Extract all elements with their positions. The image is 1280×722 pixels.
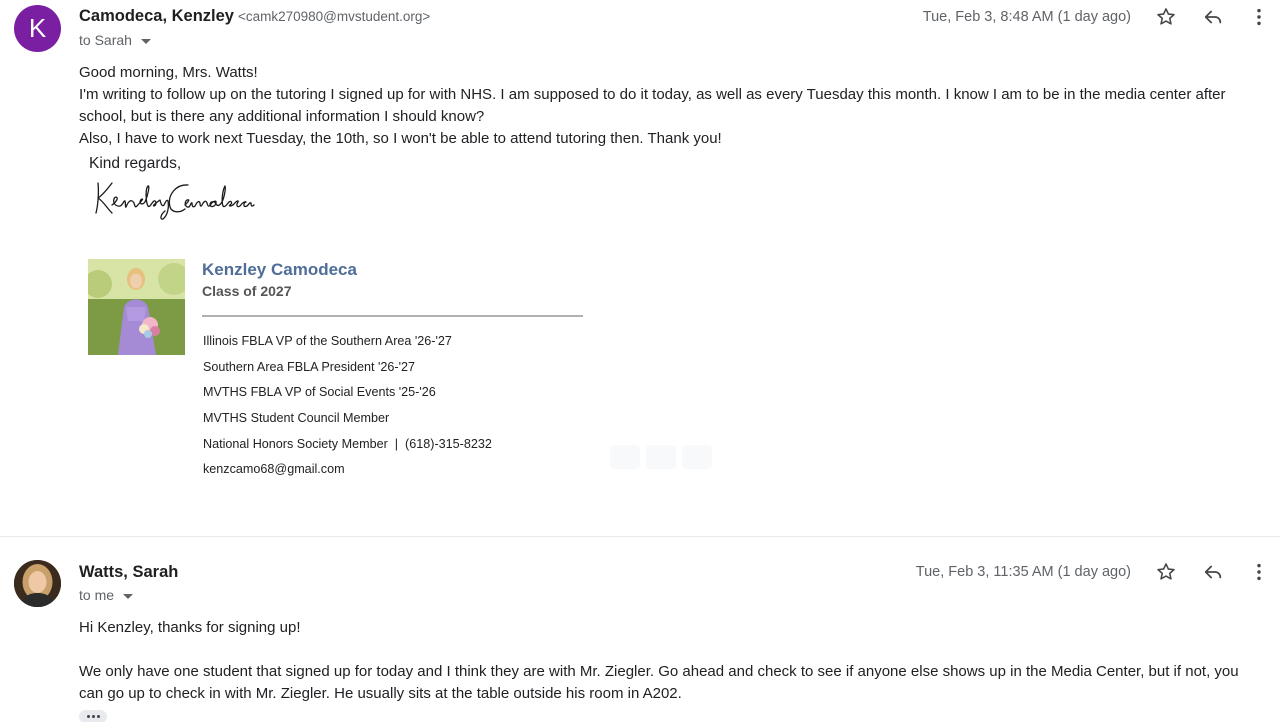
avatar-letter: K	[28, 13, 47, 43]
avatar[interactable]	[14, 560, 61, 607]
signature-photo	[88, 259, 185, 355]
signature-line: Illinois FBLA VP of the Southern Area '2…	[203, 334, 452, 348]
message-date: Tue, Feb 3, 8:48 AM (1 day ago)	[922, 9, 1131, 25]
signature-class: Class of 2027	[202, 283, 292, 299]
email-message-2: Watts, Sarah to me Tue, Feb 3, 11:35 AM …	[0, 536, 1280, 722]
body-paragraph: We only have one student that signed up …	[79, 663, 1239, 702]
more-options-button[interactable]	[1247, 5, 1271, 29]
star-button[interactable]	[1154, 560, 1178, 584]
body-paragraph: Hi Kenzley, thanks for signing up!	[79, 619, 301, 636]
sender-email: <camk270980@mvstudent.org>	[237, 9, 431, 24]
reply-icon	[1204, 565, 1222, 579]
message-body: Hi Kenzley, thanks for signing up! We on…	[79, 617, 1259, 705]
avatar[interactable]: K	[14, 5, 61, 52]
email-message-1: K Camodeca, Kenzley <camk270980@mvstuden…	[0, 0, 1280, 536]
social-icon[interactable]	[682, 445, 712, 469]
more-vert-icon	[1257, 8, 1261, 26]
signature-line: National Honors Society Member | (618)-3…	[203, 436, 492, 451]
sender-name[interactable]: Camodeca, Kenzley	[79, 7, 234, 26]
signature-details: Illinois FBLA VP of the Southern Area '2…	[203, 331, 492, 485]
show-trimmed-content-button[interactable]	[79, 710, 107, 722]
more-options-button[interactable]	[1247, 560, 1271, 584]
body-paragraph: I'm writing to follow up on the tutoring…	[79, 86, 1226, 125]
star-icon	[1157, 563, 1175, 580]
social-icon[interactable]	[610, 445, 640, 469]
to-label: to Sarah	[79, 32, 132, 48]
dot-icon	[96, 715, 100, 718]
sender-line: Watts, Sarah	[79, 563, 178, 582]
dot-icon	[86, 715, 90, 718]
signature-divider	[202, 315, 583, 317]
sender-line: Camodeca, Kenzley <camk270980@mvstudent.…	[79, 7, 430, 26]
avatar-photo	[14, 560, 61, 607]
dot-icon	[91, 715, 95, 718]
recipients-toggle[interactable]: to me	[79, 587, 134, 603]
body-paragraph: Also, I have to work next Tuesday, the 1…	[79, 130, 722, 147]
recipients-toggle[interactable]: to Sarah	[79, 32, 151, 48]
signature-line: MVTHS FBLA VP of Social Events '25-'26	[203, 385, 436, 400]
sender-name[interactable]: Watts, Sarah	[79, 563, 178, 582]
chevron-down-icon	[140, 38, 151, 44]
message-date: Tue, Feb 3, 11:35 AM (1 day ago)	[915, 564, 1131, 580]
portrait-image	[88, 259, 185, 355]
faint-social-icons	[610, 445, 712, 469]
to-label: to me	[79, 587, 115, 603]
closing-text: Kind regards,	[89, 155, 182, 172]
more-vert-icon	[1257, 563, 1261, 581]
reply-button[interactable]	[1201, 5, 1225, 29]
signature-email-link[interactable]: kenzcamo68@gmail.com	[203, 459, 492, 485]
social-icon[interactable]	[646, 445, 676, 469]
signature-name: Kenzley Camodeca	[202, 260, 357, 279]
handwritten-signature	[95, 182, 255, 220]
chevron-down-icon	[123, 593, 134, 599]
signature-line: Southern Area FBLA President '26-'27	[203, 359, 416, 374]
body-paragraph: Good morning, Mrs. Watts!	[79, 64, 258, 81]
reply-button[interactable]	[1201, 560, 1225, 584]
star-button[interactable]	[1154, 5, 1178, 29]
reply-icon	[1204, 10, 1222, 24]
message-body: Good morning, Mrs. Watts! I'm writing to…	[79, 62, 1259, 150]
star-icon	[1157, 8, 1175, 25]
signature-line: MVTHS Student Council Member	[203, 411, 390, 426]
